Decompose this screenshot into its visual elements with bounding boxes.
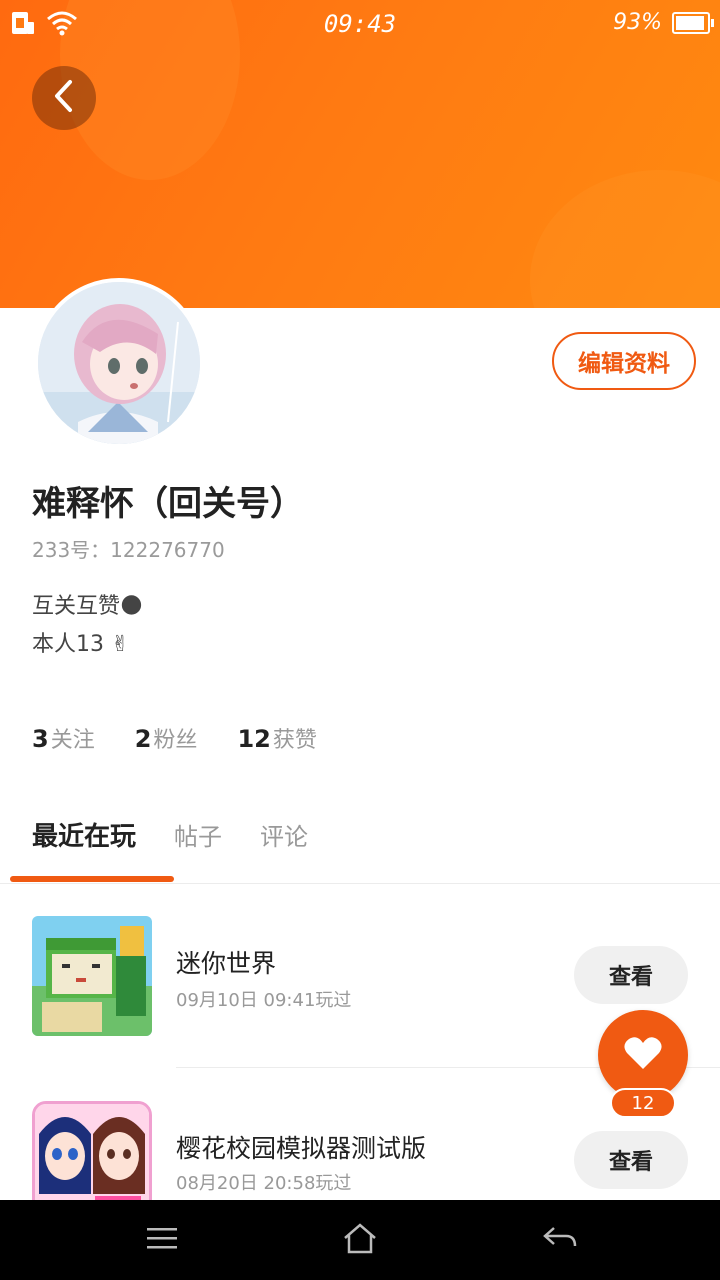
profile-uid: 233号：122276770: [32, 538, 225, 562]
home-icon: [342, 1222, 378, 1258]
stat-likes: 12 获赞: [237, 722, 316, 754]
game-title: 樱花校园模拟器测试版: [176, 1134, 427, 1163]
status-bar: 09:43 93%: [0, 0, 720, 52]
home-button[interactable]: [340, 1220, 380, 1260]
bio-line: 互关互赞🌑: [32, 594, 143, 619]
divider: [0, 883, 720, 884]
game-icon-sakura-school: [32, 1101, 152, 1200]
bio-line: 本人13 ✌: [32, 632, 130, 657]
status-time: 09:43: [323, 10, 397, 38]
stat-label: 粉丝: [153, 728, 198, 753]
game-played-time: 08月20日 20:58玩过: [176, 1173, 352, 1194]
stat-label: 关注: [50, 728, 95, 753]
view-button[interactable]: 查看: [574, 946, 688, 1004]
tab-indicator: [10, 876, 174, 882]
view-button[interactable]: 查看: [574, 1131, 688, 1189]
battery-icon: [672, 11, 714, 34]
tab-posts[interactable]: 帖子: [174, 817, 222, 852]
stat-number: 12: [237, 725, 271, 753]
back-arrow-icon: [542, 1224, 578, 1256]
profile-stats: 3 关注 2 粉丝 12 获赞: [32, 722, 317, 754]
tab-bar: 最近在玩 帖子 评论: [32, 816, 308, 853]
like-button[interactable]: [598, 1010, 688, 1100]
game-title: 迷你世界: [176, 949, 277, 978]
stat-number: 3: [32, 725, 49, 753]
stat-number: 2: [134, 725, 152, 753]
menu-button[interactable]: [142, 1220, 182, 1260]
stat-followers[interactable]: 2 粉丝: [135, 722, 198, 754]
game-icon-mini-world: [32, 916, 152, 1036]
avatar[interactable]: [34, 278, 204, 448]
like-count-badge: 12: [610, 1088, 676, 1118]
battery-percent: 93%: [613, 10, 662, 35]
stat-following[interactable]: 3 关注: [32, 722, 95, 754]
system-back-button[interactable]: [540, 1220, 580, 1260]
list-item[interactable]: 樱花校园模拟器测试版 08月20日 20:58玩过 查看: [0, 1101, 720, 1200]
system-nav-bar: [0, 1200, 720, 1280]
menu-icon: [145, 1226, 179, 1254]
profile-name: 难释怀（回关号）: [32, 484, 304, 524]
chevron-left-icon: [52, 79, 76, 117]
edit-profile-button[interactable]: 编辑资料: [552, 332, 696, 390]
tab-comments[interactable]: 评论: [260, 817, 308, 852]
heart-icon: [623, 1035, 663, 1075]
game-played-time: 09月10日 09:41玩过: [176, 990, 352, 1011]
banner-decoration: [530, 170, 720, 308]
tab-recently-played[interactable]: 最近在玩: [32, 816, 136, 853]
battery-fill: [676, 15, 704, 30]
back-button[interactable]: [32, 66, 96, 130]
profile-bio: 互关互赞🌑 本人13 ✌: [32, 588, 143, 664]
stat-label: 获赞: [272, 728, 317, 753]
